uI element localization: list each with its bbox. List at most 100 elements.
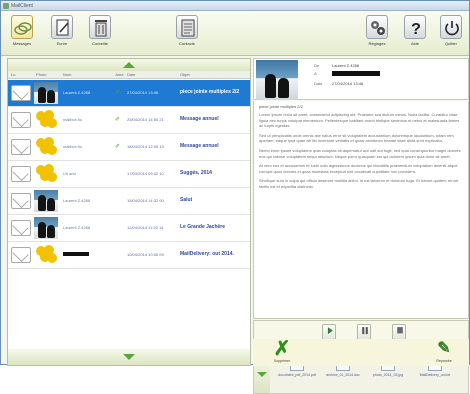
arrow-down-icon bbox=[123, 354, 135, 360]
window-title: MailClient bbox=[11, 3, 33, 9]
delete-button[interactable]: ✗ Supprimer bbox=[267, 339, 297, 366]
envelope-icon bbox=[11, 193, 31, 209]
toolbar: Messages Ecrire Corbeille Contacts Régla… bbox=[1, 11, 469, 56]
col-subject[interactable]: Objet bbox=[180, 72, 190, 77]
message-date: 18/04/2014 12:05 19 bbox=[127, 144, 164, 149]
body-paragraph: At vero eos et accusamus et iusto odio d… bbox=[259, 163, 458, 174]
bottom-actions: ✗ Supprimer ✎ Répondre bbox=[253, 339, 469, 366]
app-icon bbox=[3, 3, 9, 9]
message-date: 12/04/2014 11:20 14 bbox=[127, 225, 164, 230]
stop-icon bbox=[397, 327, 403, 334]
body-paragraph: Similique sunt in culpa qui officia dese… bbox=[259, 178, 459, 189]
trash-icon bbox=[89, 15, 111, 39]
reply-label: Répondre bbox=[436, 359, 452, 363]
penguin-avatar bbox=[34, 82, 58, 104]
svg-text:?: ? bbox=[411, 21, 421, 38]
envelope-icon bbox=[11, 139, 31, 155]
attachment-name: archive_01_2014.doc bbox=[326, 373, 360, 377]
attachment-name: MailDelivery_out.txt bbox=[419, 373, 451, 377]
sender-name: mailbox.hu bbox=[63, 117, 83, 122]
messages-label: Messages bbox=[12, 41, 32, 46]
message-rows: Laurent Z.4288 ✐ 27/04/2014 13:48 piece joi… bbox=[8, 80, 250, 269]
message-date: 10/04/2014 10:05 09 bbox=[127, 252, 164, 257]
message-subject: Message annuel bbox=[180, 116, 219, 122]
col-name[interactable]: Nom bbox=[63, 72, 71, 77]
message-subject: piece jointe multiples 2/2 bbox=[180, 89, 240, 95]
help-button[interactable]: ? Aide bbox=[402, 13, 428, 53]
messages-icon bbox=[11, 15, 33, 39]
power-icon bbox=[440, 15, 462, 39]
scroll-down-button[interactable] bbox=[8, 349, 250, 365]
message-subject: Suggés, 2014 bbox=[180, 170, 212, 176]
scroll-up-button[interactable] bbox=[8, 59, 250, 71]
title-bar: MailClient bbox=[1, 1, 469, 11]
sender-name: Laurent Z.4288 bbox=[63, 90, 91, 95]
contacts-label: Contacts bbox=[179, 41, 195, 46]
message-row[interactable]: mailbox.hu ✐ 18/04/2014 12:05 19 Message an… bbox=[8, 134, 250, 161]
quit-label: Quitter bbox=[444, 41, 457, 46]
quit-button[interactable]: Quitter bbox=[438, 13, 464, 53]
sender-redacted bbox=[63, 252, 89, 256]
message-subject: MailDelivery: out 2014. bbox=[180, 251, 234, 257]
reply-button[interactable]: ✎ Répondre bbox=[429, 339, 459, 366]
message-row[interactable]: Laurent Z.4288 15/04/2014 14:32 00 Salut bbox=[8, 188, 250, 215]
envelope-icon bbox=[11, 112, 31, 128]
message-subject: Salut bbox=[180, 197, 193, 203]
message-row[interactable]: Laurent Z.4288 ✐ 27/04/2014 13:48 piece joi… bbox=[8, 80, 250, 107]
envelope-icon bbox=[11, 247, 31, 263]
pause-icon bbox=[362, 327, 368, 335]
message-row[interactable]: 10/04/2014 10:05 09 MailDelivery: out 201… bbox=[8, 242, 250, 269]
message-date: 15/04/2014 14:32 00 bbox=[127, 198, 164, 203]
sender-photo bbox=[256, 60, 298, 100]
sender-name: Laurent Z.4288 bbox=[63, 198, 91, 203]
envelope-icon bbox=[11, 220, 31, 236]
sender-name: mailbox.hu bbox=[63, 144, 83, 149]
gears-icon bbox=[366, 15, 388, 39]
envelope-icon bbox=[11, 85, 31, 101]
col-attachment[interactable]: Joint bbox=[115, 72, 123, 77]
message-row[interactable]: Un ami 17/04/2014 09:42 10 Suggés, 2014 bbox=[8, 161, 250, 188]
write-button[interactable]: Ecrire bbox=[49, 13, 75, 53]
list-header: Lu Photo Nom Joint Date Objet bbox=[8, 71, 250, 79]
help-label: Aide bbox=[410, 41, 419, 46]
settings-button[interactable]: Réglages bbox=[364, 13, 390, 53]
paperclip-icon: ✐ bbox=[115, 117, 121, 123]
from-value: Laurent Z.4288 bbox=[332, 63, 360, 68]
help-icon: ? bbox=[404, 15, 426, 39]
flower-avatar bbox=[34, 136, 58, 158]
sender-name: Laurent Z.4288 bbox=[63, 225, 91, 230]
message-subject: Message annuel bbox=[180, 143, 219, 149]
message-subject: Le Grande Jachère bbox=[180, 224, 226, 230]
message-date: 25/04/2014 14:55 21 bbox=[127, 117, 164, 122]
sender-name: Un ami bbox=[63, 171, 76, 176]
message-row[interactable]: mailbox.hu ✐ 25/04/2014 14:55 21 Message an… bbox=[8, 107, 250, 134]
messages-button[interactable]: Messages bbox=[9, 13, 35, 53]
write-icon bbox=[51, 15, 73, 39]
envelope-icon bbox=[11, 166, 31, 182]
col-photo[interactable]: Photo bbox=[36, 72, 46, 77]
message-subject: pièce jointe multiples 2/2 bbox=[259, 104, 303, 109]
to-value-redacted bbox=[332, 71, 380, 76]
message-date: 27/04/2014 13:48 bbox=[127, 90, 159, 95]
penguin-avatar bbox=[34, 217, 58, 239]
message-row[interactable]: Laurent Z.4288 12/04/2014 11:20 14 Le Gran… bbox=[8, 215, 250, 242]
to-label: A bbox=[314, 71, 317, 76]
trash-button[interactable]: Corbeille bbox=[87, 13, 113, 53]
delete-x-icon: ✗ bbox=[273, 338, 291, 360]
play-icon bbox=[327, 327, 333, 335]
col-read[interactable]: Lu bbox=[11, 72, 15, 77]
write-label: Ecrire bbox=[56, 41, 68, 46]
trash-label: Corbeille bbox=[92, 41, 108, 46]
col-date[interactable]: Date bbox=[127, 72, 135, 77]
from-label: De bbox=[314, 63, 320, 68]
delete-label: Supprimer bbox=[273, 359, 291, 363]
settings-label: Réglages bbox=[368, 41, 386, 46]
reply-icon: ✎ bbox=[437, 340, 451, 357]
contacts-button[interactable]: Contacts bbox=[174, 13, 200, 53]
message-body[interactable]: pièce jointe multiples 2/2 Lorem ipsum d… bbox=[253, 101, 469, 319]
paperclip-icon: ✐ bbox=[115, 144, 121, 150]
attachment-name: document_pdf_2014.pdf bbox=[278, 373, 316, 377]
paperclip-icon: ✐ bbox=[115, 90, 121, 96]
date-value: 27/04/2014 13:48 bbox=[332, 81, 364, 86]
message-date: 17/04/2014 09:42 10 bbox=[127, 171, 164, 176]
